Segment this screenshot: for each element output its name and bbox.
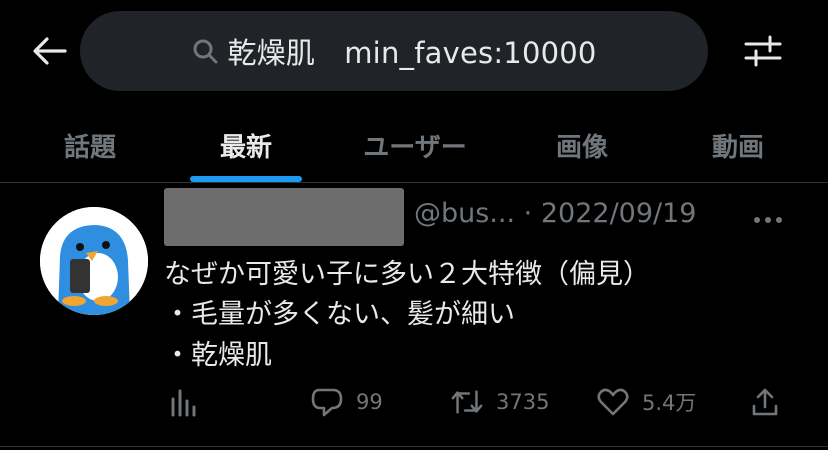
search-filter-button[interactable]: [742, 30, 784, 72]
more-options-button[interactable]: [748, 205, 788, 235]
tweet-text-line: なぜか可愛い子に多い２大特徴（偏見）: [164, 259, 650, 290]
analytics-bars-icon: [166, 385, 200, 419]
search-query: 乾燥肌 min_faves:10000: [227, 36, 597, 70]
retweet-icon: [450, 385, 484, 419]
more-dots-icon: [754, 217, 782, 223]
tweet-text-line: ・毛量が多くない、髪が細い: [164, 299, 515, 330]
reply-bubble-icon: [310, 385, 344, 419]
tweet-actions: 99 3735 5.4万: [0, 380, 828, 424]
heart-icon: [596, 385, 630, 419]
avatar[interactable]: [40, 207, 148, 315]
search-icon: [191, 37, 219, 65]
reply-count: 99: [356, 390, 383, 414]
tab-latest[interactable]: 最新: [196, 106, 296, 184]
retweet-button[interactable]: 3735: [450, 380, 549, 424]
arrow-left-icon: [33, 37, 67, 65]
share-upload-icon: [748, 385, 782, 419]
like-count: 5.4万: [642, 391, 697, 415]
meta-separator: ·: [523, 198, 533, 229]
share-button[interactable]: [748, 380, 782, 424]
analytics-button[interactable]: [166, 380, 200, 424]
back-button[interactable]: [28, 30, 70, 72]
sliders-icon: [744, 35, 782, 67]
retweet-count: 3735: [496, 390, 550, 414]
tab-users[interactable]: ユーザー: [340, 106, 490, 184]
redacted-display-name: [164, 188, 404, 246]
search-tabs: 話題 最新 ユーザー 画像 動画: [0, 106, 828, 184]
reply-button[interactable]: 99: [310, 380, 383, 424]
tweet-divider: [0, 446, 828, 447]
tweet-date[interactable]: 2022/09/19: [541, 198, 697, 229]
tabs-divider: [0, 182, 828, 183]
tab-images[interactable]: 画像: [532, 106, 632, 184]
tab-videos[interactable]: 動画: [688, 106, 788, 184]
search-input[interactable]: 乾燥肌 min_faves:10000: [80, 11, 708, 91]
tweet-text-line: ・乾燥肌: [164, 340, 272, 371]
tweet-meta: @bus... · 2022/09/19: [414, 198, 696, 229]
bird-avatar-icon: [40, 207, 148, 315]
user-handle[interactable]: @bus...: [414, 198, 515, 229]
tab-trending[interactable]: 話題: [40, 106, 140, 184]
like-button[interactable]: 5.4万: [596, 380, 696, 424]
